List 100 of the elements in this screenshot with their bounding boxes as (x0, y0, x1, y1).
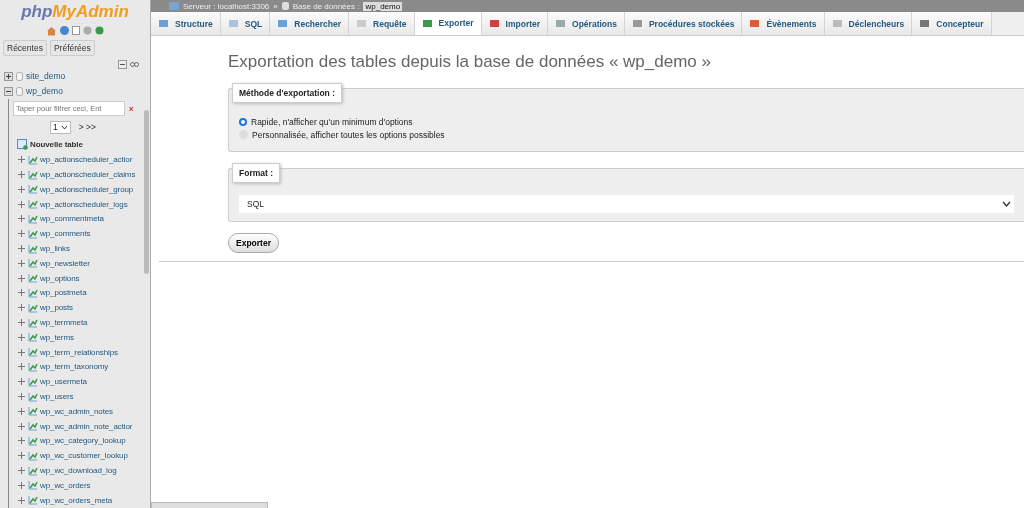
expand-icon[interactable] (17, 170, 26, 180)
expand-icon[interactable] (17, 377, 26, 387)
tab[interactable]: Requête (349, 12, 415, 35)
table-icon[interactable] (28, 317, 38, 328)
radio-button[interactable] (239, 117, 247, 126)
table-name[interactable]: wp_newsletter (40, 258, 90, 268)
tab[interactable]: Structure (151, 12, 221, 35)
table-icon[interactable] (28, 228, 38, 239)
table-name[interactable]: wp_wc_category_lookup (40, 436, 126, 446)
document-icon[interactable] (72, 26, 80, 35)
table-icon[interactable] (28, 243, 38, 254)
tab[interactable]: SQL (220, 12, 271, 35)
expand-icon[interactable] (17, 436, 26, 446)
table-name[interactable]: wp_wc_admin_note_actior (40, 421, 133, 431)
expand-icon[interactable] (4, 71, 13, 81)
table-name[interactable]: wp_actionscheduler_claims (40, 170, 136, 180)
table-icon[interactable] (28, 258, 38, 269)
table-icon[interactable] (28, 435, 38, 446)
table-icon[interactable] (28, 184, 38, 195)
expand-icon[interactable] (17, 303, 26, 313)
expand-icon[interactable] (17, 273, 26, 283)
expand-icon[interactable] (17, 244, 26, 254)
expand-icon[interactable] (17, 466, 26, 475)
expand-icon[interactable] (17, 451, 26, 461)
tab[interactable]: Exporter (414, 12, 482, 35)
table-icon[interactable] (28, 450, 38, 461)
collapse-all-icon[interactable] (118, 60, 127, 69)
tab[interactable]: Opérations (548, 12, 625, 35)
radio-label[interactable]: Personnalisée, afficher toutes les options possibles (252, 129, 445, 140)
table-name[interactable]: wp_usermeta (40, 377, 87, 387)
table-icon[interactable] (28, 421, 38, 432)
caret-icon[interactable] (60, 124, 68, 130)
table-name[interactable]: wp_actionscheduler_logs (40, 199, 128, 209)
sidebar-tab[interactable]: Préférées (49, 40, 95, 56)
radio-label[interactable]: Rapide, n'afficher qu'un minimum d'options (251, 116, 413, 127)
table-icon[interactable] (28, 391, 38, 402)
format-select[interactable]: SQL (239, 195, 1014, 213)
database-name[interactable]: site_demo (26, 71, 66, 82)
table-icon[interactable] (28, 169, 38, 180)
table-icon[interactable] (28, 302, 38, 313)
table-icon[interactable] (28, 287, 38, 298)
expand-icon[interactable] (17, 214, 26, 224)
table-name[interactable]: wp_users (40, 392, 74, 402)
expand-icon[interactable] (17, 480, 26, 490)
logo[interactable]: phpMyAdmin (0, 0, 150, 22)
expand-icon[interactable] (17, 362, 26, 372)
tab[interactable]: Rechercher (270, 12, 350, 35)
expand-icon[interactable] (17, 184, 26, 194)
table-name[interactable]: wp_comments (40, 229, 91, 239)
table-name[interactable]: wp_wc_customer_lookup (40, 451, 128, 461)
table-icon[interactable] (28, 199, 38, 210)
home-icon[interactable] (46, 25, 57, 36)
tab[interactable]: Déclencheurs (824, 12, 913, 35)
expand-icon[interactable] (17, 318, 26, 328)
table-name[interactable]: wp_options (40, 273, 80, 283)
table-icon[interactable] (28, 495, 38, 506)
table-icon[interactable] (28, 273, 38, 284)
scrollbar[interactable] (144, 110, 149, 274)
tab[interactable]: Procédures stockées (624, 12, 743, 35)
table-name[interactable]: wp_wc_orders (40, 480, 91, 490)
caret-icon[interactable] (1002, 201, 1011, 207)
expand-icon[interactable] (17, 229, 26, 239)
table-name[interactable]: wp_actionscheduler_group (40, 184, 134, 194)
expand-icon[interactable] (17, 406, 26, 416)
table-name[interactable]: wp_wc_admin_notes (40, 406, 113, 416)
table-icon[interactable] (28, 376, 38, 387)
table-name[interactable]: wp_posts (40, 303, 73, 313)
tab[interactable]: Concepteur (912, 12, 992, 35)
table-icon[interactable] (28, 213, 38, 224)
table-name[interactable]: wp_wc_download_log (40, 466, 117, 475)
table-name[interactable]: wp_actionscheduler_actior (40, 155, 133, 165)
table-icon[interactable] (28, 332, 38, 343)
clear-filter[interactable]: x (129, 103, 134, 113)
table-icon[interactable] (28, 465, 38, 476)
expand-icon[interactable] (17, 155, 26, 165)
table-name[interactable]: wp_term_taxonomy (40, 362, 109, 372)
link-icon[interactable] (130, 62, 139, 67)
tab[interactable]: Importer (481, 12, 549, 35)
new-table-link[interactable]: Nouvelle table (30, 140, 83, 150)
table-name[interactable]: wp_term_relationships (40, 347, 118, 357)
page-select[interactable]: 1 (50, 120, 71, 134)
expand-icon[interactable] (17, 392, 26, 402)
export-button[interactable]: Exporter (228, 233, 279, 253)
expand-icon[interactable] (17, 288, 26, 298)
table-icon[interactable] (28, 154, 38, 165)
tab[interactable]: Évènements (742, 12, 825, 35)
table-icon[interactable] (28, 361, 38, 372)
table-name[interactable]: wp_wc_orders_meta (40, 495, 113, 505)
sidebar-tab[interactable]: Récentes (3, 40, 47, 56)
expand-icon[interactable] (17, 258, 26, 268)
table-icon[interactable] (28, 480, 38, 491)
expand-icon[interactable] (17, 199, 26, 209)
expand-icon[interactable] (17, 421, 26, 431)
table-name[interactable]: wp_termmeta (40, 318, 88, 328)
table-name[interactable]: wp_terms (40, 332, 74, 342)
table-icon[interactable] (28, 406, 38, 417)
table-name[interactable]: wp_links (40, 244, 70, 254)
expand-icon[interactable] (17, 495, 26, 505)
expand-icon[interactable] (17, 332, 26, 342)
table-icon[interactable] (28, 347, 38, 358)
